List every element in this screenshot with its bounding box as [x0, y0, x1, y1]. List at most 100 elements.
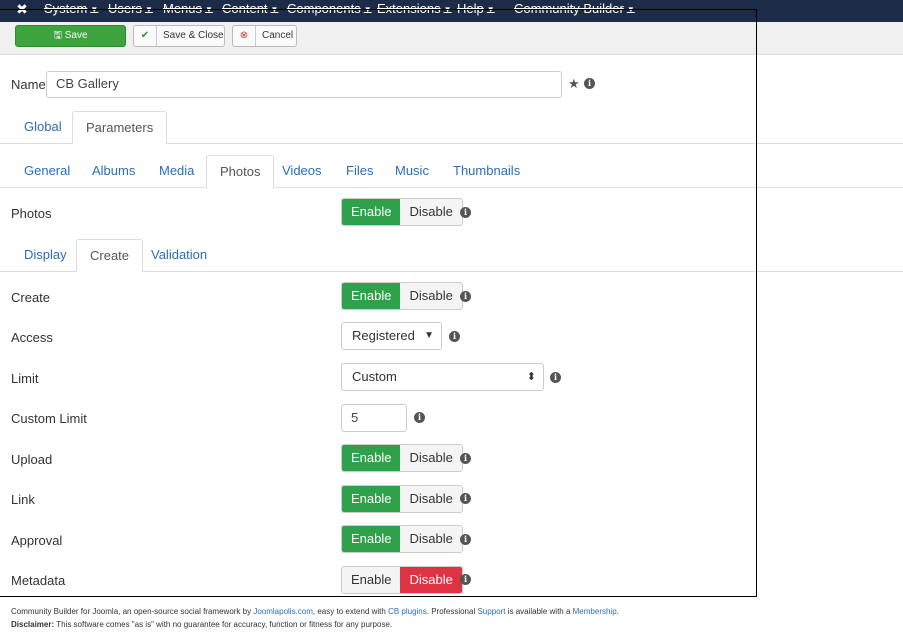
membership-link[interactable]: Membership — [573, 607, 617, 616]
access-value: Registered — [352, 328, 415, 343]
menu-community-builder[interactable]: Community Builder ▼ — [514, 1, 635, 16]
photos-toggle: Enable Disable — [341, 198, 463, 226]
info-icon[interactable]: i — [460, 493, 471, 504]
custom-limit-input[interactable]: 5 — [341, 404, 407, 432]
disable-option[interactable]: Disable — [400, 567, 462, 593]
menu-help[interactable]: Help ▼ — [457, 1, 495, 16]
menu-label: Content — [222, 1, 268, 16]
info-icon[interactable]: i — [460, 291, 471, 302]
enable-option[interactable]: Enable — [342, 486, 401, 512]
approval-toggle: Enable Disable — [341, 525, 463, 553]
enable-option[interactable]: Enable — [342, 526, 401, 552]
cancel-button[interactable]: ⊗ Cancel — [232, 25, 297, 47]
enable-option[interactable]: Enable — [342, 445, 401, 471]
info-icon[interactable]: i — [414, 412, 425, 423]
info-icon[interactable]: i — [460, 453, 471, 464]
metadata-label: Metadata — [11, 573, 66, 588]
tab-videos[interactable]: Videos — [269, 155, 335, 187]
limit-select[interactable]: Custom ⬍ — [341, 363, 544, 391]
footer-text: is available with a — [505, 607, 573, 616]
tab-albums[interactable]: Albums — [79, 155, 148, 187]
info-icon[interactable]: i — [460, 574, 471, 585]
caret-down-icon: ▼ — [270, 5, 279, 15]
admin-menubar: ✖ System ▼ Users ▼ Menus ▼ Content ▼ Compone… — [0, 0, 903, 22]
info-icon[interactable]: i — [449, 331, 460, 342]
tab-photos[interactable]: Photos — [206, 155, 275, 188]
tab-general[interactable]: General — [11, 155, 83, 187]
tab-files[interactable]: Files — [333, 155, 386, 187]
disable-option[interactable]: Disable — [400, 199, 462, 225]
menu-label: System — [44, 1, 88, 16]
create-label: Create — [11, 290, 51, 305]
footer-text: , easy to extend with — [312, 607, 389, 616]
menu-label: Menus — [163, 1, 203, 16]
footer-text: . — [616, 607, 619, 616]
disclaimer-label: Disclaimer: — [11, 620, 55, 629]
tab-media[interactable]: Media — [146, 155, 207, 187]
limit-value: Custom — [352, 369, 397, 384]
tab-validation[interactable]: Validation — [138, 239, 220, 271]
caret-down-icon: ▼ — [443, 5, 452, 15]
menu-components[interactable]: Components ▼ — [287, 1, 372, 16]
name-input[interactable]: CB Gallery — [46, 71, 562, 98]
info-icon[interactable]: i — [550, 372, 561, 383]
checkmark-icon: ✔ — [134, 26, 157, 46]
enable-option[interactable]: Enable — [342, 283, 401, 309]
photos-label: Photos — [11, 206, 52, 221]
link-toggle: Enable Disable — [341, 485, 463, 513]
menu-system[interactable]: System ▼ — [44, 1, 98, 16]
link-label: Link — [11, 492, 35, 507]
access-label: Access — [11, 330, 53, 345]
menu-label: Extensions — [377, 1, 441, 16]
name-label: Name — [11, 77, 46, 92]
info-icon[interactable]: i — [584, 78, 595, 89]
enable-option[interactable]: Enable — [342, 199, 401, 225]
menu-label: Components — [287, 1, 361, 16]
footer-text: . Professional — [426, 607, 478, 616]
save-close-button[interactable]: ✔ Save & Close — [133, 25, 225, 47]
main-tabs: Global Parameters — [0, 111, 903, 144]
disable-option[interactable]: Disable — [400, 283, 462, 309]
caret-down-icon: ▼ — [486, 5, 495, 15]
tab-global[interactable]: Global — [11, 111, 75, 143]
star-icon[interactable]: ★ — [568, 76, 580, 92]
upload-label: Upload — [11, 452, 53, 467]
access-select[interactable]: Registered ▼ — [341, 322, 442, 350]
tab-music[interactable]: Music — [382, 155, 442, 187]
cancel-circle-icon: ⊗ — [233, 26, 256, 46]
tab-parameters[interactable]: Parameters — [72, 111, 168, 144]
disable-option[interactable]: Disable — [400, 445, 462, 471]
support-link[interactable]: Support — [477, 607, 505, 616]
save-close-label: Save & Close — [163, 30, 224, 41]
menu-content[interactable]: Content ▼ — [222, 1, 278, 16]
tab-create[interactable]: Create — [76, 239, 144, 272]
menu-menus[interactable]: Menus ▼ — [163, 1, 213, 16]
save-label: Save — [64, 30, 88, 41]
menu-label: Community Builder — [514, 1, 624, 16]
metadata-toggle: Enable Disable — [341, 566, 463, 594]
disable-option[interactable]: Disable — [400, 486, 462, 512]
footer-disclaimer: Disclaimer: This software comes "as is" … — [11, 620, 392, 629]
limit-label: Limit — [11, 371, 39, 386]
custom-limit-label: Custom Limit — [11, 411, 87, 426]
save-icon: 🖫 — [53, 30, 62, 41]
tab-display[interactable]: Display — [11, 239, 80, 271]
enable-option[interactable]: Enable — [342, 567, 401, 593]
save-button[interactable]: 🖫 Save — [15, 25, 126, 47]
joomlapolis-link[interactable]: Joomlapolis.com — [253, 607, 313, 616]
photo-tabs: Display Create Validation — [0, 239, 903, 272]
parameter-tabs: General Albums Media Photos Videos Files… — [0, 155, 903, 188]
joomla-logo-icon[interactable]: ✖ — [14, 1, 30, 17]
cb-plugins-link[interactable]: CB plugins — [388, 607, 427, 616]
footer-credits: Community Builder for Joomla, an open-so… — [11, 607, 619, 616]
caret-down-icon: ▼ — [626, 5, 635, 15]
sort-arrows-icon: ⬍ — [526, 371, 536, 383]
disable-option[interactable]: Disable — [400, 526, 462, 552]
menu-extensions[interactable]: Extensions ▼ — [377, 1, 452, 16]
tab-thumbnails[interactable]: Thumbnails — [440, 155, 533, 187]
disclaimer-text: This software comes "as is" with no guar… — [54, 620, 393, 629]
menu-users[interactable]: Users ▼ — [108, 1, 153, 16]
cancel-label: Cancel — [262, 30, 294, 41]
info-icon[interactable]: i — [460, 534, 471, 545]
info-icon[interactable]: i — [460, 207, 471, 218]
